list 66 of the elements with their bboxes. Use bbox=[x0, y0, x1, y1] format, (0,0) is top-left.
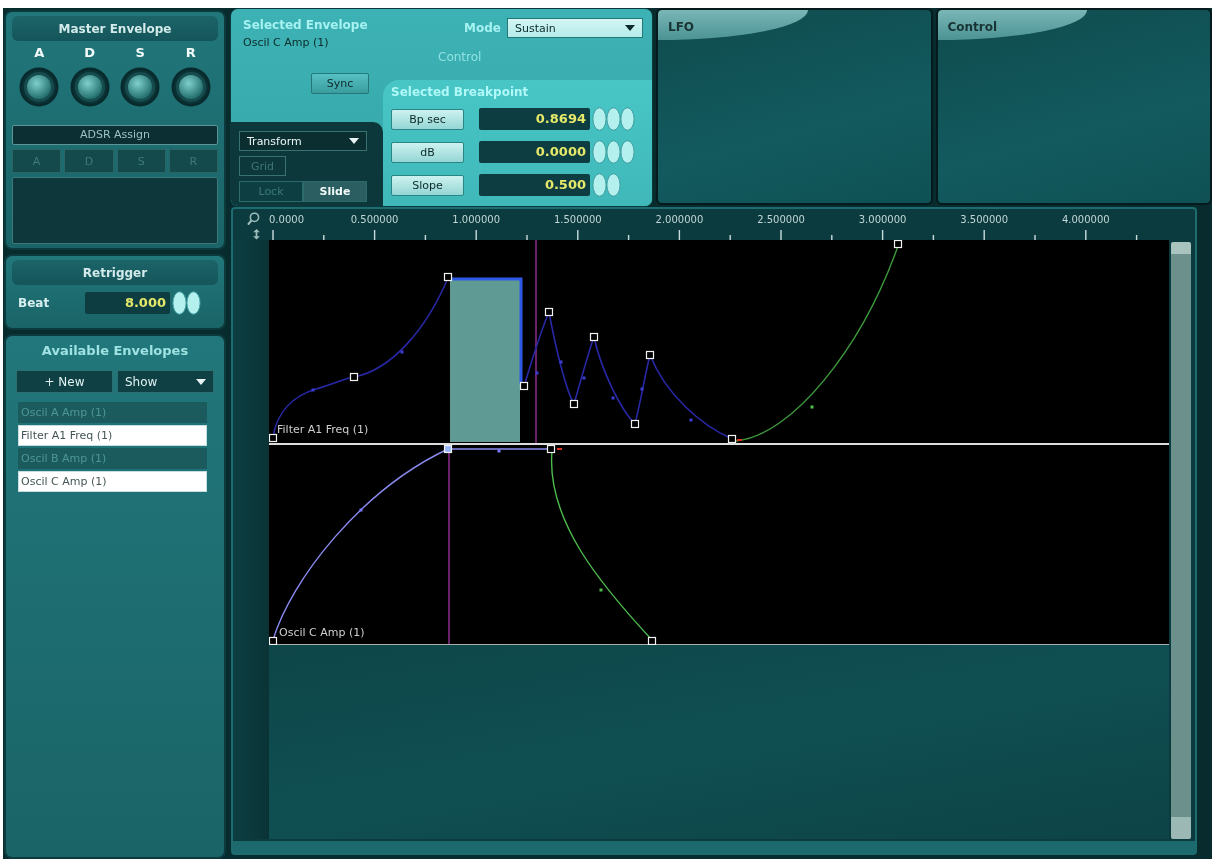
parameter-button[interactable]: Bp sec bbox=[391, 108, 464, 130]
lane-label: Filter A1 Freq (1) bbox=[277, 423, 369, 436]
envelope-name: Oscil C Amp (1) bbox=[243, 36, 330, 49]
breakpoint-handle[interactable] bbox=[645, 350, 655, 360]
new-button[interactable]: + New bbox=[16, 370, 113, 393]
ruler-label: 4.000000 bbox=[1061, 214, 1110, 225]
field-label: Mode bbox=[464, 21, 501, 35]
lane-label: Oscil C Amp (1) bbox=[279, 626, 365, 639]
knob-label: S bbox=[135, 45, 145, 60]
parameter-button[interactable]: Slope bbox=[391, 174, 464, 196]
breakpoint-handle[interactable] bbox=[443, 444, 453, 454]
ruler-label: 2.500000 bbox=[757, 214, 805, 225]
field-label: Beat bbox=[18, 296, 51, 310]
breakpoint-handle[interactable] bbox=[443, 272, 453, 282]
value-field[interactable]: 0.0000 bbox=[479, 141, 590, 163]
ruler-label: 0.500000 bbox=[350, 214, 399, 225]
panel-title: Selected Envelope bbox=[243, 18, 369, 33]
knob-label: R bbox=[185, 45, 196, 60]
envelope-list-item[interactable]: Oscil C Amp (1) bbox=[18, 471, 207, 492]
ruler-label: 3.000000 bbox=[858, 214, 907, 225]
knob[interactable] bbox=[120, 67, 161, 107]
sync-button[interactable]: Sync bbox=[311, 73, 369, 94]
knob[interactable] bbox=[170, 67, 211, 107]
panel-title: Control bbox=[947, 20, 998, 34]
panel-title: LFO bbox=[668, 20, 695, 34]
breakpoint-handle[interactable] bbox=[893, 240, 903, 249]
breakpoint-handle[interactable] bbox=[546, 444, 556, 454]
stepper-icon[interactable] bbox=[172, 291, 201, 315]
breakpoint-handle[interactable] bbox=[349, 372, 359, 382]
ruler-label: 1.500000 bbox=[553, 214, 602, 225]
caret-icon bbox=[625, 25, 635, 31]
value-field[interactable]: 0.500 bbox=[479, 174, 590, 196]
section-header: ADSR Assign bbox=[12, 125, 218, 145]
ruler-label: 1.000000 bbox=[452, 214, 501, 225]
panel-title: Master Envelope bbox=[58, 21, 172, 36]
knob-label: D bbox=[84, 45, 96, 60]
breakpoint-handle[interactable] bbox=[519, 381, 529, 391]
up-down-arrow-icon[interactable] bbox=[253, 229, 260, 240]
knob[interactable] bbox=[19, 67, 60, 107]
mode-toggle[interactable]: Slide bbox=[303, 181, 367, 202]
parameter-button[interactable]: dB bbox=[391, 141, 464, 163]
breakpoint-handle[interactable] bbox=[630, 419, 640, 429]
breakpoint-handle[interactable] bbox=[727, 434, 737, 444]
scrollbar[interactable] bbox=[1171, 242, 1191, 839]
magnifier-icon[interactable] bbox=[247, 212, 260, 226]
ruler-label: 3.500000 bbox=[960, 214, 1009, 225]
value-field[interactable]: 0.8694 bbox=[479, 108, 590, 130]
breakpoint-handle[interactable] bbox=[569, 399, 579, 409]
knob[interactable] bbox=[69, 67, 110, 107]
panel-title: Available Envelopes bbox=[40, 343, 190, 359]
panel-title: Retrigger bbox=[82, 265, 148, 280]
scrollbar[interactable] bbox=[233, 841, 1195, 853]
breakpoint-handle[interactable] bbox=[589, 332, 599, 342]
mode-dropdown[interactable]: Sustain bbox=[507, 18, 643, 38]
show-dropdown[interactable]: Show bbox=[117, 370, 214, 393]
panel-title: Selected Breakpoint bbox=[391, 85, 530, 100]
caret-icon bbox=[349, 138, 359, 144]
value-field[interactable]: 8.000 bbox=[85, 292, 170, 314]
ruler-label: 0.0000 bbox=[269, 214, 304, 225]
ruler-label: 2.000000 bbox=[655, 214, 704, 225]
caret-icon bbox=[196, 378, 206, 385]
transform-dropdown[interactable]: Transform bbox=[239, 131, 367, 151]
knob-label: A bbox=[34, 45, 45, 60]
section-label: Control bbox=[438, 50, 483, 65]
envelope-list-item[interactable]: Filter A1 Freq (1) bbox=[18, 425, 207, 446]
breakpoint-handle[interactable] bbox=[544, 307, 554, 317]
